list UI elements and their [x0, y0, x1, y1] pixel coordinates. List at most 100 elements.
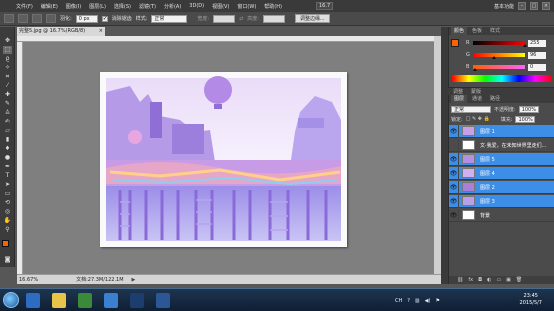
visibility-eye-icon[interactable]: 👁: [449, 152, 459, 166]
zoom-tool-icon[interactable]: ⚲: [3, 226, 12, 234]
visibility-eye-icon[interactable]: [449, 138, 459, 152]
hand-tool-icon[interactable]: ✋: [3, 217, 12, 225]
layer-row[interactable]: 👁 图层 5: [449, 152, 554, 166]
photoshop-icon[interactable]: [130, 293, 144, 308]
explorer-icon[interactable]: [52, 293, 66, 308]
close-document-icon[interactable]: ×: [99, 27, 103, 36]
lasso-tool-icon[interactable]: ϱ: [3, 55, 12, 63]
history-brush-tool-icon[interactable]: ✍: [3, 118, 12, 126]
new-selection-icon[interactable]: [18, 14, 28, 23]
fx-icon[interactable]: fx: [468, 277, 473, 283]
height-input[interactable]: [262, 14, 285, 23]
opacity-input[interactable]: 100%: [518, 105, 539, 113]
blue-value[interactable]: 0: [528, 63, 546, 71]
menu-3d[interactable]: 3D(D): [185, 3, 208, 9]
status-zoom[interactable]: 16.67%: [19, 277, 38, 283]
shape-tool-icon[interactable]: ▭: [3, 190, 12, 198]
clock[interactable]: 23:45 2015/5/7: [520, 293, 542, 307]
visibility-eye-icon[interactable]: 👁: [449, 194, 459, 208]
zoom-select[interactable]: 16.7: [316, 2, 334, 10]
menu-edit[interactable]: 编辑(E): [37, 3, 62, 10]
minimize-button[interactable]: –: [518, 2, 526, 10]
folder-icon[interactable]: ▭: [496, 277, 501, 283]
green-value[interactable]: 96: [528, 51, 546, 59]
3d-rotate-tool-icon[interactable]: ⟲: [3, 199, 12, 207]
type-tool-icon[interactable]: T: [3, 172, 12, 180]
blue-slider-thumb[interactable]: [473, 68, 477, 71]
add-selection-icon[interactable]: [32, 14, 42, 23]
width-input[interactable]: [213, 14, 236, 23]
layer-name[interactable]: 图层 2: [480, 184, 495, 191]
layer-name[interactable]: 背景: [480, 212, 490, 219]
status-menu-arrow-icon[interactable]: ▶: [132, 277, 136, 283]
red-value[interactable]: 255: [528, 39, 546, 47]
menu-analysis[interactable]: 分析(A): [160, 3, 185, 10]
tab-swatches[interactable]: 色板: [469, 27, 485, 35]
tab-styles[interactable]: 样式: [487, 27, 503, 35]
antialias-checkbox[interactable]: [101, 15, 108, 22]
tab-color[interactable]: 颜色: [451, 27, 468, 35]
word-icon[interactable]: [156, 293, 170, 308]
start-button[interactable]: [3, 292, 19, 308]
language-indicator[interactable]: CH: [395, 298, 402, 304]
layer-row[interactable]: 👁 图层 2: [449, 180, 554, 194]
menu-window[interactable]: 窗口(W): [233, 3, 260, 10]
layer-row[interactable]: 👁 图层 4: [449, 166, 554, 180]
maxthon-icon[interactable]: [26, 293, 40, 308]
menu-help[interactable]: 帮助(H): [260, 3, 286, 10]
healing-brush-tool-icon[interactable]: ✚: [3, 91, 12, 99]
action-center-icon[interactable]: ⚑: [435, 298, 439, 304]
blur-tool-icon[interactable]: ♦: [3, 145, 12, 153]
layer-name[interactable]: 图层 4: [480, 170, 495, 177]
clone-stamp-tool-icon[interactable]: ♙: [3, 109, 12, 117]
artwork-canvas[interactable]: [100, 72, 347, 247]
menu-view[interactable]: 视图(V): [208, 3, 233, 10]
gradient-tool-icon[interactable]: ▮: [3, 136, 12, 144]
tab-channels[interactable]: 通道: [469, 95, 485, 103]
path-selection-tool-icon[interactable]: ➤: [3, 181, 12, 189]
visibility-eye-icon[interactable]: 👁: [449, 124, 459, 138]
mask-icon[interactable]: ◘: [478, 277, 482, 283]
style-select[interactable]: 正常: [151, 14, 188, 23]
feather-input[interactable]: 0 px: [75, 14, 98, 23]
color-spectrum-bar[interactable]: [452, 75, 552, 82]
marquee-preset-icon[interactable]: [4, 14, 14, 23]
tab-adjustments[interactable]: 调整: [450, 88, 466, 95]
menu-layer[interactable]: 图层(L): [85, 3, 110, 10]
swap-icon[interactable]: ⇄: [239, 16, 243, 22]
help-icon[interactable]: ?: [407, 298, 410, 304]
quick-mask-icon[interactable]: ◙: [3, 256, 12, 264]
red-slider[interactable]: [473, 41, 527, 47]
document-tab[interactable]: 完整5.jpg @ 16.7%(RGB/8) ×: [17, 27, 105, 36]
fill-input[interactable]: 100%: [515, 115, 536, 123]
magic-wand-tool-icon[interactable]: ✧: [3, 64, 12, 72]
pinyin-icon[interactable]: [104, 293, 118, 308]
menu-file[interactable]: 文件(F): [12, 3, 37, 10]
layer-name[interactable]: 文·我爱，在未知世界里走们...: [480, 142, 546, 149]
menu-filter[interactable]: 滤镜(T): [135, 3, 160, 10]
media-player-icon[interactable]: [78, 293, 92, 308]
visibility-eye-icon[interactable]: 👁: [449, 166, 459, 180]
layer-row[interactable]: 👁 背景: [449, 208, 554, 222]
layer-name[interactable]: 图层 5: [480, 156, 495, 163]
workspace-switcher[interactable]: 基本功能: [494, 3, 514, 10]
visibility-eye-icon[interactable]: 👁: [449, 180, 459, 194]
blue-slider[interactable]: [473, 65, 525, 71]
3d-orbit-tool-icon[interactable]: ◎: [3, 208, 12, 216]
eyedropper-tool-icon[interactable]: ⁄: [3, 82, 12, 90]
new-layer-icon[interactable]: ▣: [506, 277, 511, 283]
layer-row[interactable]: 👁 图层 1: [449, 124, 554, 138]
green-slider-thumb[interactable]: [491, 56, 496, 59]
lock-icons[interactable]: □ ✎ ✥ 🔒: [466, 116, 490, 122]
tab-layers[interactable]: 图层: [451, 95, 468, 103]
pen-tool-icon[interactable]: ✒: [3, 163, 12, 171]
foreground-color-chip[interactable]: [451, 39, 459, 47]
trash-icon[interactable]: 🗑: [516, 277, 522, 283]
vertical-scrollbar[interactable]: [434, 36, 441, 274]
crop-tool-icon[interactable]: ⌗: [3, 73, 12, 81]
tab-paths[interactable]: 路径: [487, 95, 503, 103]
red-slider-thumb[interactable]: [523, 44, 527, 47]
move-tool-icon[interactable]: ✥: [3, 37, 12, 45]
blend-mode-select[interactable]: 正常: [451, 105, 491, 113]
layer-name[interactable]: 图层 1: [480, 128, 495, 135]
